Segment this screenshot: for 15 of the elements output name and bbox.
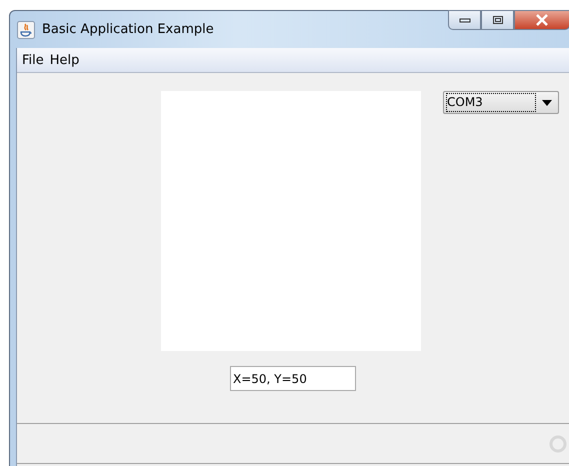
menu-item[interactable]: File bbox=[19, 52, 47, 68]
maximize-button[interactable] bbox=[481, 10, 514, 30]
app-icon bbox=[17, 20, 35, 38]
menu-item[interactable]: Help bbox=[46, 52, 82, 68]
close-button[interactable] bbox=[514, 10, 569, 30]
coordinates-field[interactable]: X=50, Y=50 bbox=[230, 366, 356, 391]
minimize-button[interactable] bbox=[448, 10, 481, 30]
minimize-icon bbox=[458, 16, 470, 24]
dropdown-value: COM3 bbox=[446, 93, 536, 112]
close-icon bbox=[535, 14, 549, 26]
port-dropdown[interactable]: COM3 bbox=[443, 91, 559, 114]
maximize-icon bbox=[492, 15, 504, 25]
dropdown-arrow-icon bbox=[542, 100, 552, 106]
window-title: Basic Application Example bbox=[42, 22, 214, 37]
busy-indicator-icon bbox=[549, 434, 567, 452]
